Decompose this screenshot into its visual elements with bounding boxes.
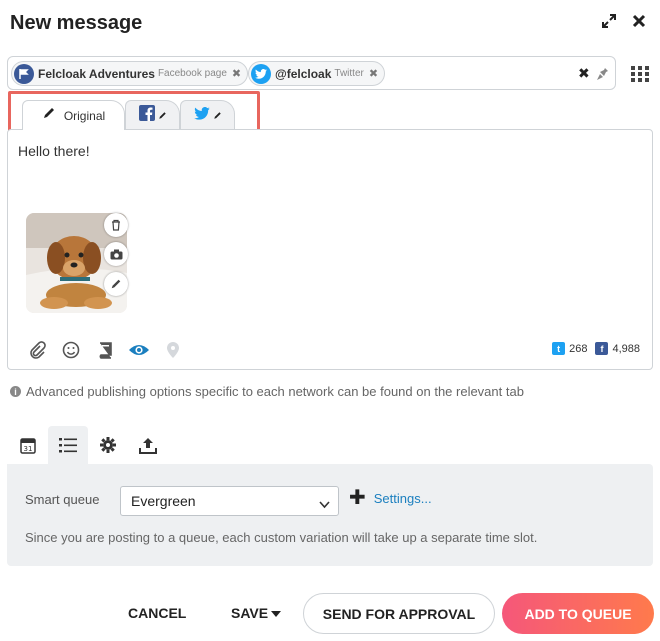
flag-icon bbox=[14, 63, 34, 84]
info-icon: i bbox=[10, 386, 21, 397]
profile-selector[interactable]: Felcloak Adventures Facebook page ✖ @fel… bbox=[7, 56, 616, 90]
facebook-count: 4,988 bbox=[612, 342, 640, 355]
preview-eye-icon[interactable] bbox=[122, 338, 156, 362]
emoji-icon[interactable] bbox=[54, 338, 88, 362]
plus-icon: ✚ bbox=[349, 487, 366, 509]
message-composer[interactable]: Hello there! t 268 f 4,988 bbox=[7, 129, 653, 370]
send-for-approval-button[interactable]: SEND FOR APPROVAL bbox=[303, 593, 495, 634]
twitter-icon bbox=[251, 63, 271, 84]
save-button[interactable]: SAVE bbox=[231, 605, 282, 621]
list-icon[interactable] bbox=[48, 426, 88, 464]
svg-text:31: 31 bbox=[24, 445, 33, 453]
clear-profiles-button[interactable]: ✖ bbox=[578, 65, 590, 82]
content-library-icon[interactable] bbox=[88, 338, 122, 362]
queue-settings-link[interactable]: ✚ Settings... bbox=[349, 487, 432, 509]
publishing-hint: i Advanced publishing options specific t… bbox=[10, 384, 524, 399]
add-to-queue-button[interactable]: ADD TO QUEUE bbox=[502, 593, 654, 634]
location-icon[interactable] bbox=[156, 338, 190, 362]
facebook-icon: f bbox=[595, 342, 609, 355]
tab-original[interactable]: Original bbox=[22, 100, 125, 130]
twitter-count: 268 bbox=[569, 342, 588, 355]
queue-select-value: Evergreen bbox=[131, 493, 196, 509]
tab-label: Original bbox=[63, 108, 106, 123]
remove-profile-button[interactable]: ✖ bbox=[369, 67, 378, 80]
camera-button[interactable] bbox=[104, 242, 128, 266]
caret-down-icon bbox=[271, 605, 282, 621]
profile-name: @felcloak bbox=[275, 66, 332, 81]
upload-icon[interactable] bbox=[128, 426, 168, 464]
character-counts: t 268 f 4,988 bbox=[552, 342, 640, 355]
expand-icon[interactable] bbox=[602, 14, 616, 33]
grid-icon[interactable] bbox=[631, 66, 649, 87]
attachment-icon[interactable] bbox=[20, 338, 54, 362]
smart-queue-label: Smart queue bbox=[25, 492, 100, 507]
dialog-title: New message bbox=[10, 12, 143, 34]
cancel-button[interactable]: CANCEL bbox=[128, 605, 186, 621]
profile-type: Facebook page bbox=[157, 68, 227, 79]
profile-chip-twitter[interactable]: @felcloak Twitter ✖ bbox=[248, 61, 386, 86]
profile-chip-facebook[interactable]: Felcloak Adventures Facebook page ✖ bbox=[11, 61, 249, 86]
calendar-icon[interactable]: 31 bbox=[8, 426, 48, 464]
queue-select[interactable]: Evergreen bbox=[120, 486, 339, 516]
message-text[interactable]: Hello there! bbox=[18, 143, 90, 159]
close-icon[interactable] bbox=[632, 14, 646, 33]
queue-note: Since you are posting to a queue, each c… bbox=[25, 530, 538, 545]
chevron-down-icon bbox=[319, 496, 330, 512]
twitter-icon: t bbox=[552, 342, 566, 355]
gear-icon[interactable] bbox=[88, 426, 128, 464]
queue-panel: Smart queue Evergreen ✚ Settings... Sinc… bbox=[7, 464, 653, 566]
edit-photo-button[interactable] bbox=[104, 272, 128, 296]
pin-icon[interactable] bbox=[596, 63, 614, 86]
profile-name: Felcloak Adventures bbox=[38, 66, 155, 81]
settings-label: Settings... bbox=[373, 490, 432, 506]
delete-photo-button[interactable] bbox=[104, 213, 128, 237]
pencil-icon bbox=[42, 106, 56, 125]
profile-type: Twitter bbox=[334, 68, 364, 79]
hint-text: Advanced publishing options specific to … bbox=[26, 384, 524, 399]
remove-profile-button[interactable]: ✖ bbox=[232, 67, 241, 80]
save-label: SAVE bbox=[231, 605, 269, 621]
